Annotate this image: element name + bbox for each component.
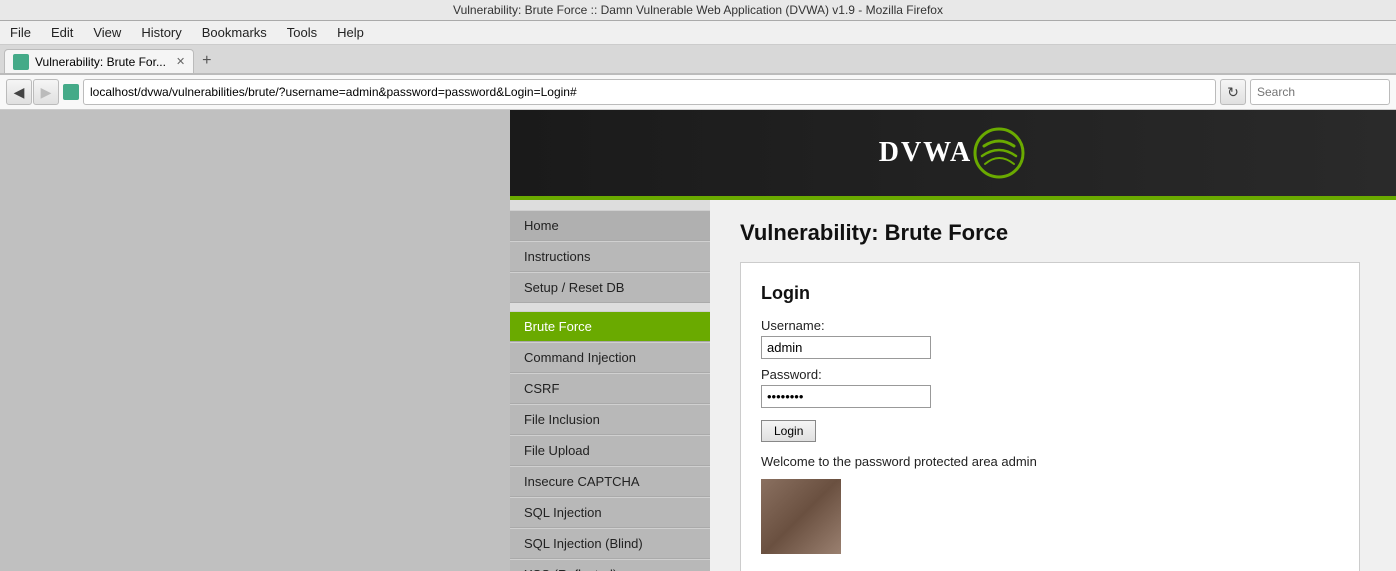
dvwa-logo-text: DVWA [879, 137, 973, 169]
sidebar: Home Instructions Setup / Reset DB Brute… [510, 200, 710, 571]
menu-tools[interactable]: Tools [281, 23, 323, 42]
active-tab[interactable]: Vulnerability: Brute For... ✕ [4, 49, 194, 73]
nav-buttons: ◀ ▶ [6, 79, 59, 105]
tab-label: Vulnerability: Brute For... [35, 55, 166, 69]
menu-history[interactable]: History [135, 23, 187, 42]
menu-view[interactable]: View [87, 23, 127, 42]
username-label: Username: [761, 318, 1339, 333]
password-input[interactable] [761, 385, 931, 408]
sidebar-item-csrf[interactable]: CSRF [510, 373, 710, 404]
menu-file[interactable]: File [4, 23, 37, 42]
password-label: Password: [761, 367, 1339, 382]
login-box: Login Username: Password: Login Welcome … [740, 262, 1360, 571]
dvwa-logo-icon [972, 126, 1027, 181]
window-title: Vulnerability: Brute Force :: Damn Vulne… [453, 3, 943, 17]
login-button[interactable]: Login [761, 420, 816, 442]
dvwa-logo-wrap: DVWA [879, 126, 1028, 181]
menu-help[interactable]: Help [331, 23, 370, 42]
sidebar-item-instructions[interactable]: Instructions [510, 241, 710, 272]
user-avatar [761, 479, 841, 554]
tab-close-button[interactable]: ✕ [176, 55, 185, 68]
login-box-title: Login [761, 283, 1339, 304]
new-tab-button[interactable]: + [194, 49, 219, 73]
sidebar-separator [510, 303, 710, 311]
welcome-message: Welcome to the password protected area a… [761, 454, 1339, 469]
sidebar-item-brute-force[interactable]: Brute Force [510, 311, 710, 342]
forward-button[interactable]: ▶ [33, 79, 59, 105]
reload-button[interactable]: ↻ [1220, 79, 1246, 105]
sidebar-item-setup[interactable]: Setup / Reset DB [510, 272, 710, 303]
sidebar-item-file-inclusion[interactable]: File Inclusion [510, 404, 710, 435]
menu-edit[interactable]: Edit [45, 23, 79, 42]
left-panel [0, 110, 510, 571]
tab-favicon [13, 54, 29, 70]
page-title: Vulnerability: Brute Force [740, 220, 1366, 246]
sidebar-item-sql-injection[interactable]: SQL Injection [510, 497, 710, 528]
nav-bar: ◀ ▶ ↻ [0, 75, 1396, 110]
username-input[interactable] [761, 336, 931, 359]
address-bar[interactable] [83, 79, 1216, 105]
menu-bar: File Edit View History Bookmarks Tools H… [0, 21, 1396, 45]
sidebar-item-file-upload[interactable]: File Upload [510, 435, 710, 466]
sidebar-item-sql-injection-blind[interactable]: SQL Injection (Blind) [510, 528, 710, 559]
search-input[interactable] [1250, 79, 1390, 105]
sidebar-item-command-injection[interactable]: Command Injection [510, 342, 710, 373]
sidebar-item-home[interactable]: Home [510, 210, 710, 241]
page-favicon [63, 84, 79, 100]
main-content: Home Instructions Setup / Reset DB Brute… [510, 200, 1396, 571]
page-content: DVWA Home Instructions Setup / Reset DB [0, 110, 1396, 571]
tab-bar: Vulnerability: Brute For... ✕ + [0, 45, 1396, 75]
content-area: Vulnerability: Brute Force Login Usernam… [710, 200, 1396, 571]
back-button[interactable]: ◀ [6, 79, 32, 105]
window-title-bar: Vulnerability: Brute Force :: Damn Vulne… [0, 0, 1396, 21]
sidebar-item-insecure-captcha[interactable]: Insecure CAPTCHA [510, 466, 710, 497]
dvwa-header: DVWA [510, 110, 1396, 200]
user-avatar-image [761, 479, 841, 554]
right-panel: DVWA Home Instructions Setup / Reset DB [510, 110, 1396, 571]
menu-bookmarks[interactable]: Bookmarks [196, 23, 273, 42]
